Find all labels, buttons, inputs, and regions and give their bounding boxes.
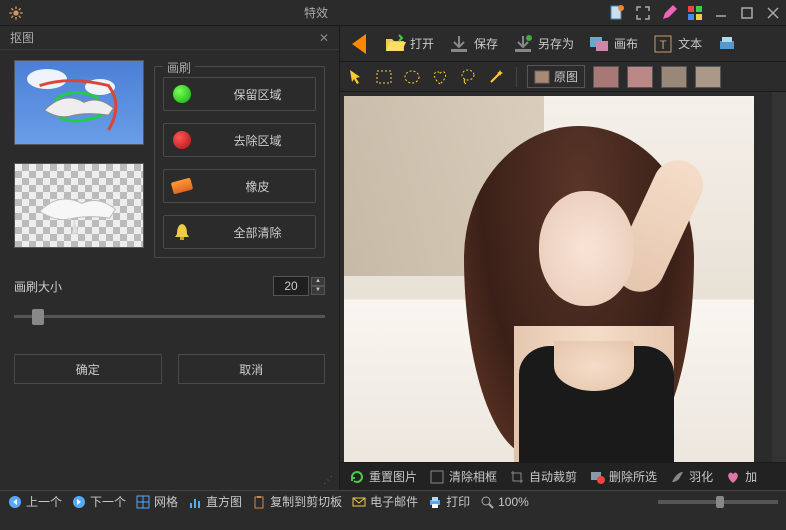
refresh-icon xyxy=(349,469,365,485)
brush-size-slider[interactable] xyxy=(14,306,325,326)
print-button[interactable]: 打印 xyxy=(428,493,470,510)
histogram-icon xyxy=(188,495,202,509)
brush-size-input[interactable] xyxy=(273,276,309,296)
thumb-2[interactable] xyxy=(627,66,653,88)
new-icon[interactable] xyxy=(608,4,626,22)
thumb-1[interactable] xyxy=(593,66,619,88)
fullscreen-icon[interactable] xyxy=(634,4,652,22)
red-dot-icon xyxy=(173,131,191,149)
more-tools-button[interactable] xyxy=(712,31,742,57)
text-button[interactable]: T 文本 xyxy=(648,31,706,57)
wand-tool[interactable] xyxy=(486,67,506,87)
canvas-area xyxy=(340,92,786,462)
open-button[interactable]: 打开 xyxy=(380,31,438,57)
image-icon xyxy=(534,69,550,85)
vertical-scrollbar[interactable] xyxy=(772,92,786,462)
brush-size-spinner[interactable]: ▲▼ xyxy=(311,277,325,295)
frame-icon xyxy=(429,469,445,485)
clipboard-icon xyxy=(252,495,266,509)
zoom-icon xyxy=(480,495,494,509)
text-icon: T xyxy=(652,33,674,55)
gear-icon xyxy=(8,5,24,21)
zoom-display[interactable]: 100% xyxy=(480,495,529,509)
statusbar: 上一个 下一个 网格 直方图 复制到剪切板 电子邮件 打印 100% xyxy=(0,490,786,512)
thumb-4[interactable] xyxy=(695,66,721,88)
right-panel: 打开 保存 另存为 画布 T 文本 xyxy=(340,26,786,490)
green-dot-icon xyxy=(173,85,191,103)
heart-icon xyxy=(725,469,741,485)
minimize-button[interactable] xyxy=(712,4,730,22)
close-button[interactable] xyxy=(764,4,782,22)
window-title: 特效 xyxy=(24,4,608,21)
canvas-icon xyxy=(588,33,610,55)
eraser-button[interactable]: 橡皮 xyxy=(163,169,316,203)
feather-button[interactable]: 羽化 xyxy=(664,466,718,487)
save-icon xyxy=(448,33,470,55)
palette-icon[interactable] xyxy=(686,4,704,22)
bell-icon xyxy=(173,222,191,242)
main-toolbar: 打开 保存 另存为 画布 T 文本 xyxy=(340,26,786,62)
resize-grip[interactable]: ⋰ xyxy=(323,475,333,486)
print-icon xyxy=(428,495,442,509)
arrow-right-icon xyxy=(72,495,86,509)
thumb-3[interactable] xyxy=(661,66,687,88)
main-image[interactable] xyxy=(344,96,754,462)
histogram-button[interactable]: 直方图 xyxy=(188,493,242,510)
crop-icon xyxy=(509,469,525,485)
saveas-button[interactable]: 另存为 xyxy=(508,31,578,57)
eraser-icon xyxy=(171,178,193,195)
grid-button[interactable]: 网格 xyxy=(136,493,178,510)
lasso-tool[interactable] xyxy=(458,67,478,87)
preview-original[interactable] xyxy=(14,60,144,145)
brush-group: 画刷 保留区域 去除区域 橡皮 全部清除 xyxy=(154,66,325,258)
panel-title: 抠图 xyxy=(10,29,319,46)
titlebar: 特效 xyxy=(0,0,786,26)
clear-all-button[interactable]: 全部清除 xyxy=(163,215,316,249)
bottom-toolbar: 重置图片 清除相框 自动裁剪 删除所选 羽化 加 xyxy=(340,462,786,490)
heart-tool[interactable] xyxy=(430,67,450,87)
pointer-tool[interactable] xyxy=(346,67,366,87)
folder-open-icon xyxy=(384,33,406,55)
panel-close-icon[interactable]: ✕ xyxy=(319,31,329,45)
preview-result[interactable] xyxy=(14,163,144,248)
remove-region-button[interactable]: 去除区域 xyxy=(163,123,316,157)
email-icon xyxy=(352,495,366,509)
prev-button[interactable]: 上一个 xyxy=(8,493,62,510)
clear-frame-button[interactable]: 清除相框 xyxy=(424,466,502,487)
ok-button[interactable]: 确定 xyxy=(14,354,162,384)
add-button[interactable]: 加 xyxy=(720,466,762,487)
cancel-button[interactable]: 取消 xyxy=(178,354,326,384)
brush-size-label: 画刷大小 xyxy=(14,278,273,295)
feather-icon xyxy=(669,469,685,485)
reset-image-button[interactable]: 重置图片 xyxy=(344,466,422,487)
effects-panel: 抠图 ✕ xyxy=(0,26,340,490)
delete-icon xyxy=(589,469,605,485)
brush-legend: 画刷 xyxy=(163,59,195,76)
save-button[interactable]: 保存 xyxy=(444,31,502,57)
arrow-left-icon xyxy=(8,495,22,509)
saveas-icon xyxy=(512,33,534,55)
delete-selection-button[interactable]: 删除所选 xyxy=(584,466,662,487)
canvas-button[interactable]: 画布 xyxy=(584,31,642,57)
edit-icon[interactable] xyxy=(660,4,678,22)
maximize-button[interactable] xyxy=(738,4,756,22)
grid-icon xyxy=(136,495,150,509)
original-button[interactable]: 原图 xyxy=(527,65,585,88)
email-button[interactable]: 电子邮件 xyxy=(352,493,418,510)
back-button[interactable] xyxy=(346,30,374,58)
rect-select-tool[interactable] xyxy=(374,67,394,87)
auto-crop-button[interactable]: 自动裁剪 xyxy=(504,466,582,487)
keep-region-button[interactable]: 保留区域 xyxy=(163,77,316,111)
next-button[interactable]: 下一个 xyxy=(72,493,126,510)
svg-text:T: T xyxy=(659,38,667,52)
clipboard-button[interactable]: 复制到剪切板 xyxy=(252,493,342,510)
printer-icon xyxy=(716,33,738,55)
ellipse-select-tool[interactable] xyxy=(402,67,422,87)
tool-toolbar: 原图 xyxy=(340,62,786,92)
zoom-slider[interactable] xyxy=(658,500,778,504)
